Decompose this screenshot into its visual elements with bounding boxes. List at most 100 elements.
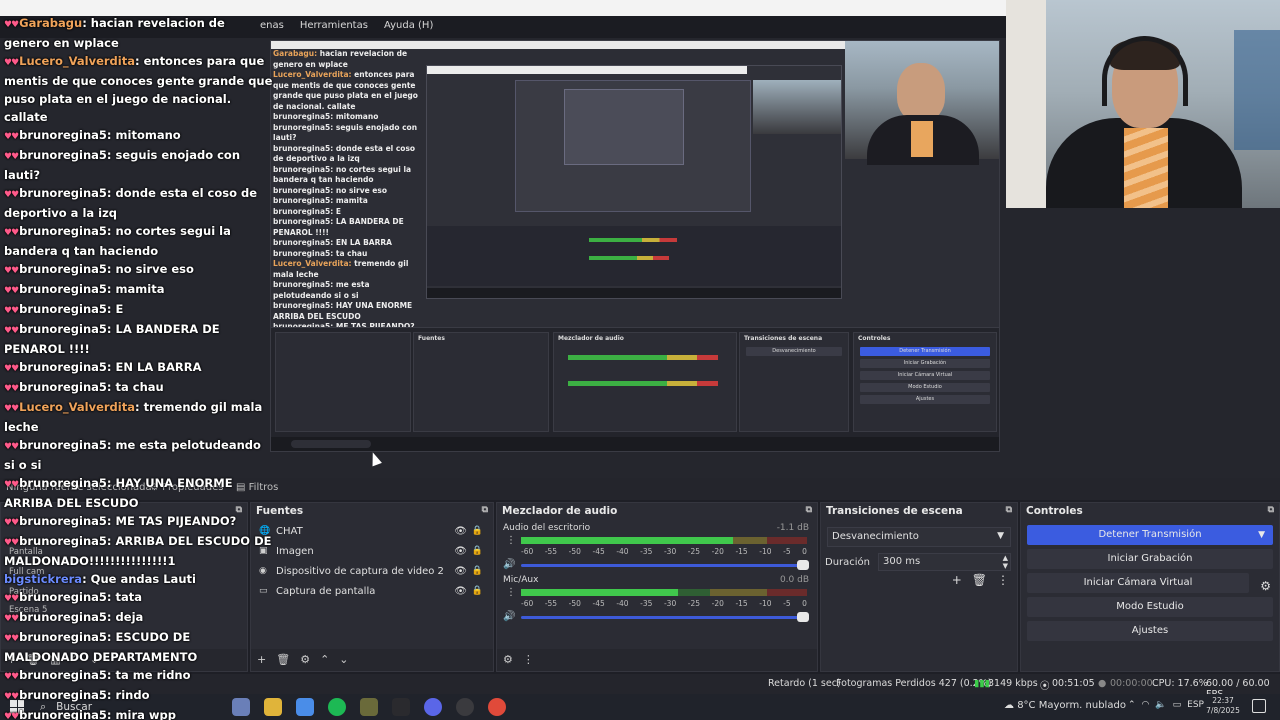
meter-tick-label: -30: [663, 547, 677, 556]
meter-tick-label: -40: [616, 599, 629, 608]
volume-slider[interactable]: [521, 564, 803, 567]
meter-tick-label: -35: [640, 599, 653, 608]
bitrate-status: 3149 kbps: [988, 678, 1038, 689]
transition-menu-icon[interactable]: ⋮: [997, 573, 1009, 587]
terminal-icon[interactable]: [392, 698, 410, 716]
volume-slider-handle[interactable]: [797, 612, 809, 622]
spotify-icon[interactable]: [328, 698, 346, 716]
speaker-icon[interactable]: 🔊: [503, 611, 515, 622]
meter-tick-label: -45: [592, 547, 605, 556]
lock-icon[interactable]: 🔒: [472, 546, 483, 556]
source-item-chat[interactable]: 🌐 CHAT 👁 🔒: [251, 521, 493, 541]
discord-icon[interactable]: [424, 698, 442, 716]
chat-message: ♥♥brunoregina5: deja: [4, 610, 144, 624]
minecraft-icon[interactable]: [360, 698, 378, 716]
duration-label: Duración: [825, 556, 871, 568]
source-settings-gear-icon[interactable]: ⚙: [300, 653, 310, 667]
battery-icon[interactable]: ▭: [1173, 700, 1182, 710]
tray-chevron-icon[interactable]: ⌃: [1128, 700, 1136, 710]
webcam-feed: [1006, 0, 1280, 208]
obs-icon[interactable]: [456, 698, 474, 716]
visibility-eye-icon[interactable]: 👁: [454, 566, 467, 577]
edge-browser-icon[interactable]: [296, 698, 314, 716]
channel-db: 0.0 dB: [779, 575, 809, 585]
wifi-icon[interactable]: ◠: [1142, 700, 1150, 710]
chat-username: brunoregina5: [19, 708, 107, 720]
undock-icon[interactable]: ⧉: [1268, 505, 1274, 515]
undock-icon[interactable]: ⧉: [482, 505, 488, 515]
move-up-icon[interactable]: ⌃: [320, 653, 329, 667]
lock-icon[interactable]: 🔒: [472, 526, 483, 536]
chrome-icon[interactable]: [488, 698, 506, 716]
chat-message: ♥♥brunoregina5: me esta pelotudeando si …: [4, 438, 261, 472]
nested-chat-message: brunoregina5: HAY UNA ENORME ARRIBA DEL …: [273, 301, 413, 321]
volume-slider[interactable]: [521, 616, 803, 619]
duration-row: Duración 300 ms ▲ ▼: [825, 553, 1011, 571]
meter-tick-label: 0: [802, 547, 807, 556]
chat-message: ♥♥brunoregina5: mitomano: [4, 128, 181, 142]
chat-text: tata: [115, 590, 143, 604]
nested-chat-message: brunoregina5: EN LA BARRA: [273, 238, 392, 247]
start-virtual-camera-button[interactable]: Iniciar Cámara Virtual: [1027, 573, 1249, 593]
studio-mode-button[interactable]: Modo Estudio: [1027, 597, 1273, 617]
spinner-arrows-icon[interactable]: ▲ ▼: [1003, 554, 1008, 570]
remove-transition-icon[interactable]: 🗑: [972, 573, 987, 587]
move-down-icon[interactable]: ⌄: [339, 653, 348, 667]
channel-menu-icon[interactable]: ⋮: [506, 587, 516, 598]
virtual-camera-gear-icon[interactable]: ⚙: [1260, 579, 1271, 593]
badge-heart-icon: ♥♥: [4, 538, 19, 548]
volume-slider-handle[interactable]: [797, 560, 809, 570]
badge-heart-icon: ♥♥: [4, 152, 19, 162]
advanced-audio-gear-icon[interactable]: ⚙: [503, 653, 513, 667]
undock-icon[interactable]: ⧉: [806, 505, 812, 515]
visibility-eye-icon[interactable]: 👁: [454, 586, 467, 597]
chat-text: mira wpp: [115, 708, 176, 720]
visibility-eye-icon[interactable]: 👁: [454, 546, 467, 557]
add-transition-icon[interactable]: +: [952, 573, 962, 587]
chevron-down-icon[interactable]: ▼: [1258, 525, 1265, 545]
remove-source-icon[interactable]: 🗑: [276, 653, 290, 667]
chat-username: brunoregina5: [19, 380, 107, 394]
sources-dock: Fuentes ⧉ 🌐 CHAT 👁 🔒 ▣ Imagen 👁 🔒 ◉ Dispo…: [250, 502, 494, 672]
source-item-screen-capture[interactable]: ▭ Captura de pantalla 👁 🔒: [251, 581, 493, 601]
channel-menu-icon[interactable]: ⋮: [506, 535, 516, 546]
meter-tick-label: -15: [735, 599, 748, 608]
nested-chat-message: brunoregina5: mitomano: [273, 112, 379, 121]
volume-meter-level: [521, 537, 733, 544]
start-recording-button[interactable]: Iniciar Grabación: [1027, 549, 1273, 569]
meter-tick-label: -50: [568, 547, 581, 556]
badge-heart-icon: ♥♥: [4, 228, 19, 238]
meter-tick-label: -20: [711, 547, 724, 556]
chat-username: brunoregina5: [19, 688, 107, 702]
lock-icon[interactable]: 🔒: [472, 586, 483, 596]
meter-tick-label: -60: [521, 547, 534, 556]
volume-icon[interactable]: 🔈: [1155, 700, 1166, 710]
stop-streaming-button[interactable]: Detener Transmisión ▼: [1027, 525, 1273, 545]
nested-docks: Fuentes Mezclador de audio Transiciones …: [271, 327, 999, 439]
meter-tick-label: -20: [711, 599, 724, 608]
menu-tools[interactable]: Herramientas: [298, 20, 370, 31]
mixer-menu-icon[interactable]: ⋮: [523, 653, 534, 667]
badge-heart-icon: ♥♥: [4, 692, 19, 702]
nested-chat-message: brunoregina5: no cortes segui la bandera…: [273, 164, 412, 185]
speaker-icon[interactable]: 🔊: [503, 559, 515, 570]
duration-input[interactable]: 300 ms ▲ ▼: [878, 553, 1011, 571]
source-item-video-capture[interactable]: ◉ Dispositivo de captura de video 2 👁 🔒: [251, 561, 493, 581]
visibility-eye-icon[interactable]: 👁: [454, 526, 467, 537]
chat-message: ♥♥brunoregina5: LA BANDERA DE PENAROL !!…: [4, 322, 220, 356]
clock[interactable]: 22:37 7/8/2025: [1200, 696, 1246, 716]
weather-widget[interactable]: ☁ 8°C Mayorm. nublado: [1004, 700, 1126, 711]
source-item-image[interactable]: ▣ Imagen 👁 🔒: [251, 541, 493, 561]
transition-select[interactable]: Desvanecimiento ▼: [827, 527, 1011, 547]
settings-button[interactable]: Ajustes: [1027, 621, 1273, 641]
undock-icon[interactable]: ⧉: [1006, 505, 1012, 515]
system-tray: ⌃ ◠ 🔈 ▭ ESP: [1128, 700, 1204, 710]
badge-heart-icon: ♥♥: [4, 306, 19, 316]
channel-name: Audio del escritorio: [503, 523, 591, 533]
lock-icon[interactable]: 🔒: [472, 566, 483, 576]
meter-tick-label: -55: [544, 547, 558, 556]
chat-username: brunoregina5: [19, 302, 107, 316]
menu-help[interactable]: Ayuda (H): [382, 20, 435, 31]
chat-message: ♥♥brunoregina5: ESCUDO DE MALDONADO DEPA…: [4, 630, 198, 664]
notification-icon[interactable]: [1252, 699, 1266, 713]
